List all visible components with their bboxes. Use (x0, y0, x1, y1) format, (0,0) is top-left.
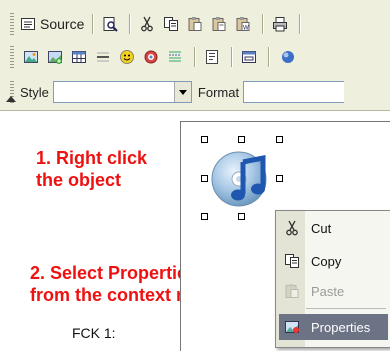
toolbar-separator (231, 47, 232, 67)
selection-handle[interactable] (238, 213, 245, 220)
toolbar-separator (129, 14, 131, 34)
cut-icon (141, 16, 154, 32)
special-char-button[interactable] (140, 46, 162, 68)
toolbar-row-2 (10, 43, 299, 71)
menu-item-label: Properties (311, 319, 371, 335)
page-break-icon (169, 51, 181, 62)
special-char-icon (144, 50, 158, 64)
toolbar-row-3: Style Format (10, 78, 345, 106)
div-icon (206, 50, 218, 64)
menu-item-label: Cut (311, 220, 332, 236)
properties-icon (285, 321, 299, 333)
toolbar-separator (194, 47, 195, 67)
sphere-button[interactable] (275, 46, 297, 68)
sphere-icon (282, 51, 294, 63)
editor-toolbar: Source W Style Format (0, 0, 390, 111)
source-icon (21, 18, 35, 30)
paste-button[interactable] (184, 13, 206, 35)
svg-text:W: W (243, 26, 249, 32)
music-cd-icon (211, 151, 267, 207)
source-button[interactable]: Source (20, 13, 84, 35)
style-value (54, 82, 174, 102)
menu-item-properties[interactable]: Properties (279, 314, 388, 340)
menu-item-paste: Paste (279, 278, 388, 304)
menu-item-label: Copy (311, 253, 342, 269)
step-1-line-2: the object (36, 170, 122, 190)
copy-icon (164, 17, 179, 31)
field-label: FCK 1: (72, 325, 116, 341)
flash-button[interactable] (44, 46, 66, 68)
source-label: Source (40, 16, 85, 32)
form-icon (242, 51, 256, 63)
copy-button[interactable] (160, 13, 182, 35)
toolbar-separator (262, 14, 264, 34)
paste-icon (285, 284, 299, 298)
paste-word-button[interactable]: W (232, 13, 254, 35)
selection-handle[interactable] (238, 136, 245, 143)
smiley-button[interactable] (116, 46, 138, 68)
div-button[interactable] (201, 46, 223, 68)
step-1-annotation: 1. Right click the object (36, 147, 147, 191)
flash-icon (48, 51, 62, 64)
cut-icon (286, 220, 298, 236)
style-label: Style (20, 84, 49, 100)
horizontal-rule-icon (97, 52, 109, 62)
selection-handle[interactable] (201, 136, 208, 143)
toolbar-row-1: Source W (10, 10, 306, 38)
image-icon (24, 51, 38, 63)
step-1-line-1: 1. Right click (36, 148, 148, 168)
selection-handle[interactable] (201, 213, 208, 220)
form-button[interactable] (238, 46, 260, 68)
preview-button[interactable] (99, 13, 121, 35)
copy-icon (285, 254, 299, 268)
format-dropdown[interactable] (243, 81, 345, 103)
toolbar-separator (268, 47, 269, 67)
menu-separator (306, 308, 386, 309)
toolbar-separator (299, 14, 301, 34)
toolbar-grip[interactable] (10, 13, 14, 35)
image-button[interactable] (20, 46, 42, 68)
selected-object[interactable] (209, 148, 273, 208)
format-label: Format (197, 84, 240, 100)
style-dropdown[interactable] (52, 81, 192, 103)
format-value (244, 82, 344, 102)
selection-handle[interactable] (276, 175, 283, 182)
toolbar-separator (92, 14, 94, 34)
horizontal-rule-button[interactable] (92, 46, 114, 68)
smiley-icon (120, 50, 134, 64)
paste-word-icon: W (236, 17, 250, 32)
paste-icon (188, 17, 202, 31)
menu-item-cut[interactable]: Cut (279, 215, 388, 241)
print-icon (273, 17, 288, 32)
context-menu: Cut Copy Paste Properties (275, 210, 390, 348)
menu-item-copy[interactable]: Copy (279, 248, 388, 274)
chevron-down-icon[interactable] (173, 82, 191, 102)
menu-item-label: Paste (311, 283, 345, 299)
selection-handle[interactable] (201, 175, 208, 182)
page-break-button[interactable] (164, 46, 186, 68)
cut-button[interactable] (136, 13, 158, 35)
paste-text-icon (212, 17, 226, 31)
collapse-toolbar-icon[interactable] (6, 96, 16, 102)
table-button[interactable] (68, 46, 90, 68)
table-icon (72, 51, 86, 63)
selection-handle[interactable] (276, 136, 283, 143)
toolbar-grip[interactable] (10, 46, 14, 68)
preview-icon (103, 17, 119, 32)
print-button[interactable] (269, 13, 291, 35)
paste-text-button[interactable] (208, 13, 230, 35)
